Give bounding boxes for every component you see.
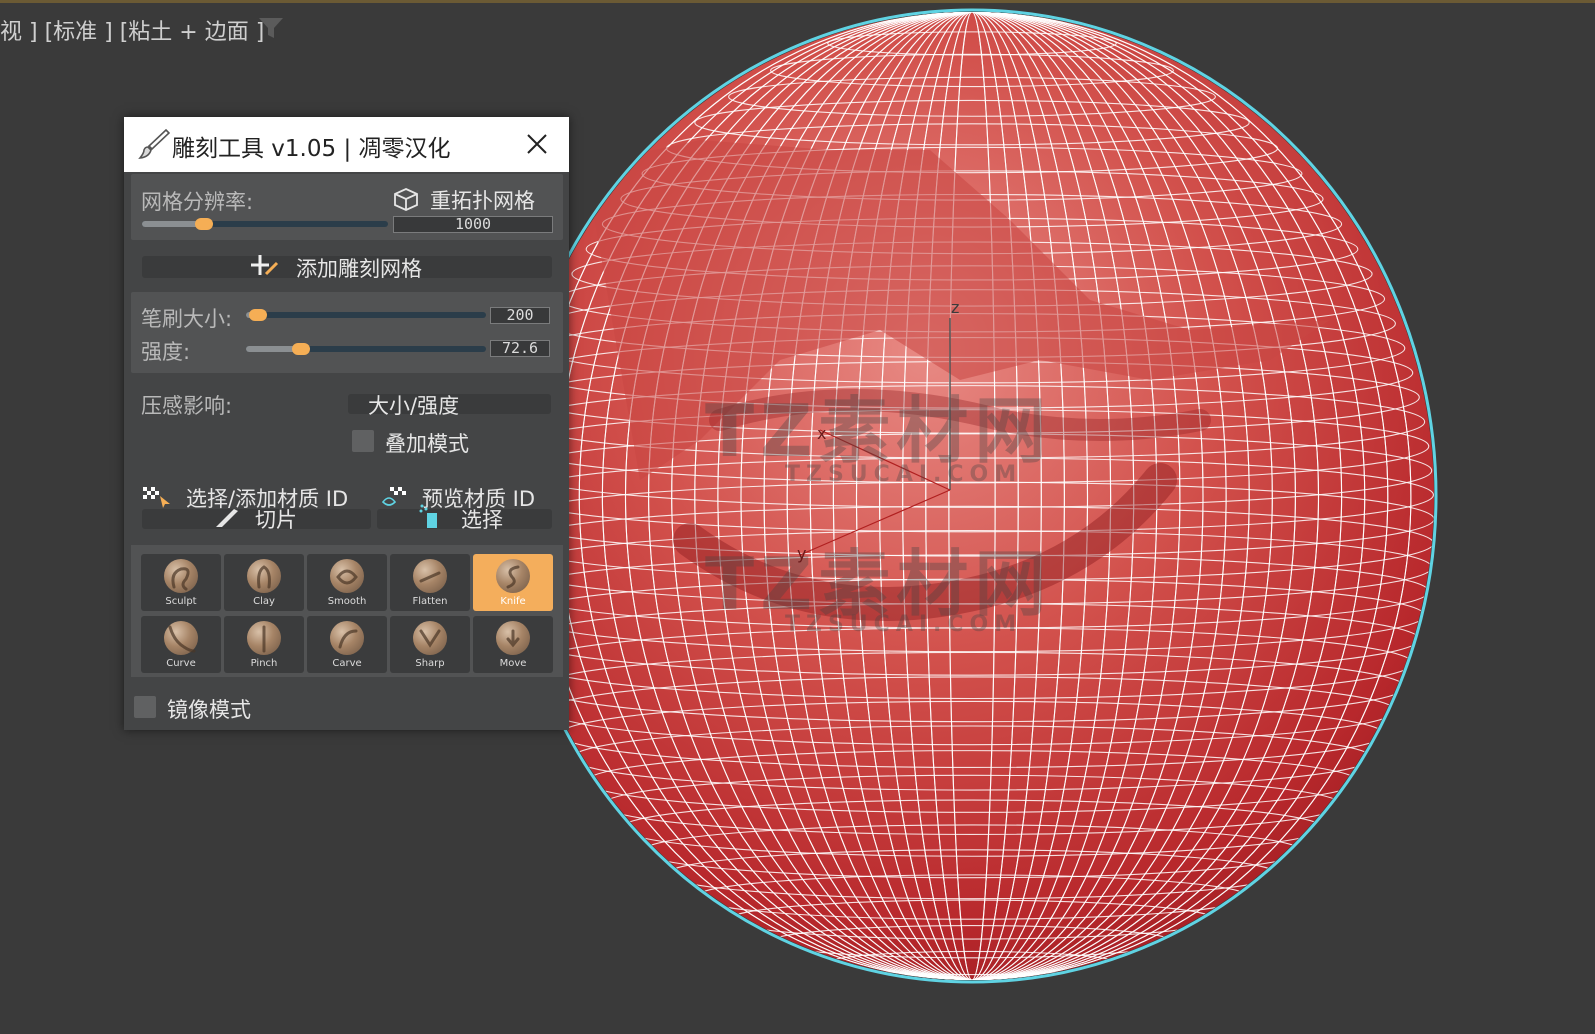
viewport-label[interactable]: 视 ] [标准 ] [粘土 + 边面 ] [0,14,264,46]
sharp-brush-icon [413,621,447,655]
flatten-brush-icon [413,559,447,593]
brush-knife-button[interactable]: Knife [473,554,553,611]
brush-smooth-button[interactable]: Smooth [307,554,387,611]
knife-brush-icon [496,559,530,593]
brush-name-label: Flatten [412,596,448,607]
brush-flatten-button[interactable]: Flatten [390,554,470,611]
curve-brush-icon [164,621,198,655]
brush-name-label: Knife [500,596,526,607]
brush-params-section: 笔刷大小: 200 强度: 72.6 [131,292,563,373]
watermark-sub-2: TZSUCAI.COM [785,612,1023,637]
pressure-label: 压感影响: [141,394,233,418]
gizmo-y-label: y [797,544,807,563]
clay-brush-icon [247,559,281,593]
add-mesh-icon [251,255,279,276]
retopo-button[interactable]: 重拓扑网格 [430,185,535,215]
pinch-brush-icon [247,621,281,655]
brush-name-label: Sharp [415,658,445,669]
brush-name-label: Clay [253,596,275,607]
strength-value-field[interactable]: 72.6 [490,340,550,357]
slice-button[interactable]: 切片 [142,508,371,532]
brush-sharp-button[interactable]: Sharp [390,616,470,673]
resolution-label: 网格分辨率: [141,190,254,214]
mirror-mode-checkbox[interactable] [134,696,156,718]
brush-carve-button[interactable]: Carve [307,616,387,673]
brush-size-value-field[interactable]: 200 [490,307,550,324]
panel-titlebar[interactable]: 雕刻工具 v1.05 | 凋零汉化 [124,117,569,172]
brush-size-slider[interactable] [246,309,486,321]
brush-size-slider-thumb[interactable] [249,309,267,321]
resolution-section: 网格分辨率: 重拓扑网格 1000 [131,174,563,240]
brush-name-label: Sculpt [165,596,197,607]
panel-title: 雕刻工具 v1.05 | 凋零汉化 [172,136,451,162]
sculpt-tool-panel: 雕刻工具 v1.05 | 凋零汉化 网格分辨率: 重拓扑网格 1000 添加雕刻… [124,117,569,730]
brush-name-label: Pinch [250,658,278,669]
resolution-slider[interactable] [142,218,388,230]
carve-brush-icon [330,621,364,655]
brush-size-label: 笔刷大小: [141,307,233,331]
sculpt-brush-icon [164,559,198,593]
watermark-sub: TZSUCAI.COM [785,462,1023,487]
resolution-slider-thumb[interactable] [195,218,213,230]
smooth-brush-icon [330,559,364,593]
select-label: 选择 [461,508,503,532]
spray-select-icon [419,504,437,528]
brush-move-button[interactable]: Move [473,616,553,673]
brush-name-label: Smooth [327,596,367,607]
additive-mode-label: 叠加模式 [385,432,469,456]
select-button[interactable]: 选择 [377,504,552,532]
checker-select-icon [143,487,170,508]
brush-name-label: Carve [332,658,362,669]
slice-label: 切片 [255,508,297,532]
strength-slider-thumb[interactable] [292,343,310,355]
filter-icon[interactable] [258,16,284,40]
pressure-dropdown[interactable]: 大小/强度 [348,394,551,418]
strength-label: 强度: [141,340,191,364]
brush-curve-button[interactable]: Curve [141,616,221,673]
gizmo-z-label: z [951,298,960,317]
gizmo-x-label: x [817,424,827,443]
brush-grid: Sculpt Clay Smooth Flatten Knife Curve Pinch Ca… [131,545,563,677]
preview-material-icon [381,487,406,506]
brush-sculpt-button[interactable]: Sculpt [141,554,221,611]
brush-name-label: Curve [166,658,196,669]
add-sculpt-mesh-label: 添加雕刻网格 [296,257,422,281]
close-icon[interactable] [522,129,552,159]
pressure-dropdown-value: 大小/强度 [368,394,460,418]
strength-slider[interactable] [246,343,486,355]
cube-icon [394,188,418,211]
paintbrush-icon [138,128,170,160]
add-sculpt-mesh-button[interactable]: 添加雕刻网格 [142,255,552,281]
brush-name-label: Move [499,658,527,669]
resolution-value-field[interactable]: 1000 [393,216,553,233]
move-brush-icon [496,621,530,655]
brush-clay-button[interactable]: Clay [224,554,304,611]
knife-icon [216,509,238,527]
mirror-mode-label: 镜像模式 [167,698,251,722]
additive-mode-checkbox[interactable] [352,430,374,452]
brush-pinch-button[interactable]: Pinch [224,616,304,673]
